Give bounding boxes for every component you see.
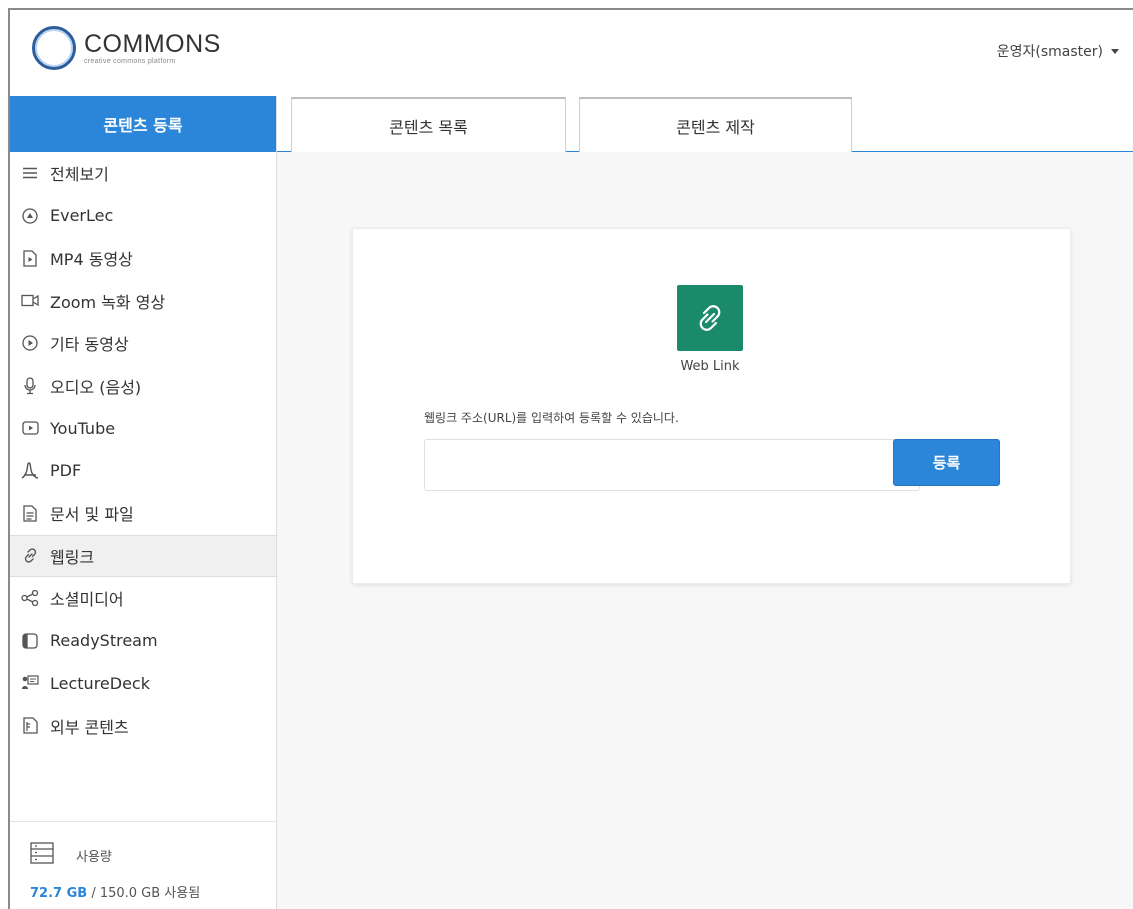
sidebar-item-other-video[interactable]: 기타 동영상 [10,322,276,365]
sidebar-item-label: MP4 동영상 [50,250,133,270]
top-header: COMMONS creative commons platform 운영자(sm… [10,10,1133,94]
menu-lines-icon [20,163,40,183]
usage-label: 사용량 [76,849,112,865]
weblink-icon-label: Web Link [680,359,740,374]
sidebar-item-pdf[interactable]: PDF [10,450,276,493]
user-label: 운영자(smaster) [996,44,1103,60]
sidebar-item-label: 소셜미디어 [50,590,124,610]
usage-amount: 72.7 GB / 150.0 GB 사용됨 [30,882,276,901]
tab-content-list[interactable]: 콘텐츠 목록 [291,97,566,152]
sidebar-item-mp4[interactable]: MP4 동영상 [10,237,276,280]
tab-content-create[interactable]: 콘텐츠 제작 [579,97,852,152]
commons-logo[interactable]: COMMONS creative commons platform [32,26,221,70]
sidebar-item-label: LectureDeck [50,673,150,693]
sidebar-item-label: Zoom 녹화 영상 [50,292,166,312]
weblink-card: Web Link 웹링크 주소(URL)를 입력하여 등록할 수 있습니다. 등… [352,228,1071,584]
url-input[interactable] [424,439,920,491]
main-content: 콘텐츠 목록 콘텐츠 제작 Web Link 웹링크 주소(URL)를 입력하여… [277,96,1133,909]
app-frame: COMMONS creative commons platform 운영자(sm… [8,8,1133,909]
sidebar-item-lecturedeck[interactable]: LectureDeck [10,662,276,705]
link-icon [20,546,40,566]
sidebar-item-everlec[interactable]: EverLec [10,195,276,238]
sidebar-item-label: 전체보기 [50,165,109,185]
sidebar-title[interactable]: 콘텐츠 등록 [10,96,276,152]
caret-down-icon [1111,48,1119,54]
sidebar-item-all[interactable]: 전체보기 [10,152,276,195]
sidebar-item-label: 웹링크 [50,547,95,567]
sidebar-item-label: YouTube [50,418,116,438]
youtube-play-icon [20,418,40,438]
storage-usage: 사용량 72.7 GB / 150.0 GB 사용됨 [10,821,276,909]
play-circle-icon [20,333,40,353]
sidebar-item-weblink[interactable]: 웹링크 [10,534,276,577]
sidebar-item-youtube[interactable]: YouTube [10,407,276,450]
sidebar-item-label: ReadyStream [50,631,158,651]
sidebar-item-label: 외부 콘텐츠 [50,717,129,737]
share-icon [20,588,40,608]
pdf-icon [20,461,40,481]
microphone-icon [20,376,40,396]
sidebar: 콘텐츠 등록 전체보기 EverLec MP4 동영상 Zoom 녹화 영상 기… [10,96,277,909]
sidebar-item-label: EverLec [50,206,114,226]
usage-total: / 150.0 GB 사용됨 [87,886,201,901]
sidebar-item-label: PDF [50,461,82,481]
weblink-icon [677,285,743,351]
presentation-icon [20,673,40,693]
storage-list-icon [30,842,54,868]
sidebar-item-external[interactable]: 외부 콘텐츠 [10,705,276,748]
logo-title: COMMONS [84,29,221,58]
sidebar-item-documents[interactable]: 문서 및 파일 [10,492,276,535]
play-circle-icon [20,206,40,226]
sidebar-item-label: 기타 동영상 [50,335,129,355]
sidebar-item-audio[interactable]: 오디오 (음성) [10,365,276,408]
sidebar-item-label: 오디오 (음성) [50,377,142,397]
logo-subtitle: creative commons platform [84,57,176,65]
video-file-icon [20,248,40,268]
usage-used: 72.7 GB [30,886,88,901]
external-doc-icon [20,716,40,736]
sidebar-item-social[interactable]: 소셜미디어 [10,577,276,620]
video-camera-icon [20,291,40,311]
content-tabs: 콘텐츠 목록 콘텐츠 제작 [277,96,1133,152]
user-menu[interactable]: 운영자(smaster) [997,41,1119,61]
readystream-icon [20,631,40,651]
document-icon [20,503,40,523]
sidebar-item-zoom[interactable]: Zoom 녹화 영상 [10,280,276,323]
sidebar-item-readystream[interactable]: ReadyStream [10,620,276,663]
sidebar-item-label: 문서 및 파일 [50,505,134,525]
helper-text: 웹링크 주소(URL)를 입력하여 등록할 수 있습니다. [424,411,679,425]
logo-ring-icon [32,26,76,70]
register-button[interactable]: 등록 [893,439,1000,486]
